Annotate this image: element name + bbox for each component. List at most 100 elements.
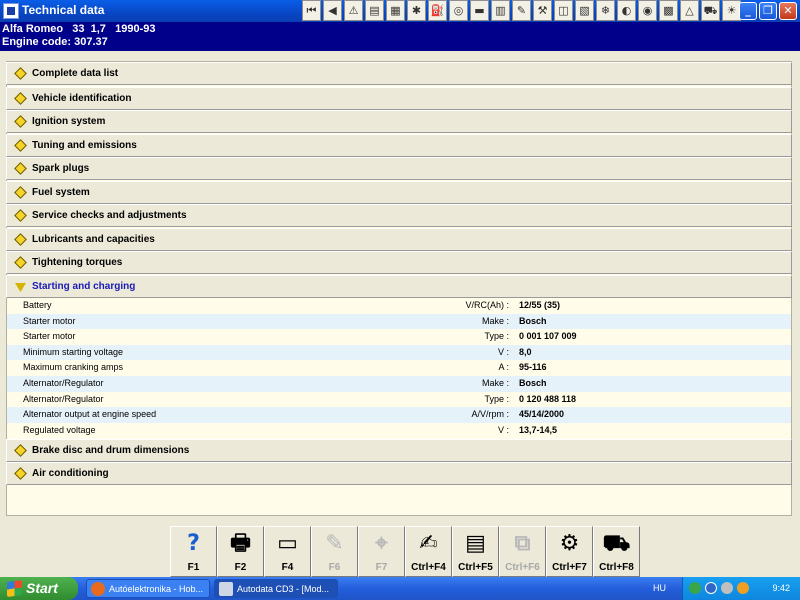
network-icon[interactable]	[689, 582, 701, 594]
collapsed-arrow-icon	[14, 209, 27, 222]
toolbar: ⏮ ◀ ⚠ ▤ ▦ ✱ ⛽ ◎ ▬ ▥ ✎ ⚒ ◫ ▧ ❄ ◐ ◉ ▩ △ ⛟ ☀	[302, 0, 743, 22]
starting-charging-table: Battery V/RC(Ah) : 12/55 (35) Starter motor…	[7, 298, 791, 438]
car-icon[interactable]: ⛟	[701, 0, 720, 21]
notes-icon[interactable]: ▤	[365, 0, 384, 21]
row-name: Maximum cranking amps	[23, 362, 124, 373]
engine-icon[interactable]: ▦	[386, 0, 405, 21]
table-row: Regulated voltage V : 13,7-14,5	[7, 423, 791, 439]
ac-icon[interactable]: ❄	[596, 0, 615, 21]
fkey-label: F7	[375, 562, 388, 573]
restore-button[interactable]: ❐	[759, 2, 777, 20]
section-starting-and-charging[interactable]: Starting and charging	[6, 275, 792, 298]
row-value: 45/14/2000	[519, 409, 565, 420]
row-name: Battery	[23, 300, 52, 310]
fkey-f1[interactable]: ? F1	[170, 526, 217, 577]
warning-icon[interactable]: ⚠	[344, 0, 363, 21]
spark-icon[interactable]: ✱	[407, 0, 426, 21]
section-complete-data-list[interactable]: Complete data list	[6, 62, 792, 85]
brake-icon[interactable]: ◉	[638, 0, 657, 21]
fkey-label: F4	[281, 562, 294, 573]
book-icon: ▤	[465, 531, 486, 556]
language-indicator[interactable]: HU	[653, 583, 666, 593]
volume-icon[interactable]	[721, 582, 733, 594]
fkey-ctrl-f8[interactable]: ⛟ Ctrl+F8	[593, 526, 640, 577]
firefox-icon	[91, 582, 105, 596]
row-unit: V :	[497, 346, 509, 357]
help-icon: ?	[187, 531, 200, 556]
row-unit: V/RC(Ah) :	[465, 300, 509, 310]
table-row: Alternator/Regulator Make : Bosch	[7, 375, 791, 392]
section-tightening-torques[interactable]: Tightening torques	[6, 251, 792, 274]
table-row: Starter motor Make : Bosch	[7, 313, 791, 330]
table-row: Alternator output at engine speed A/V/rpm…	[7, 407, 791, 423]
collapsed-arrow-icon	[14, 186, 27, 199]
expanded-arrow-icon	[15, 283, 26, 292]
app-icon[interactable]	[3, 3, 19, 19]
section-air-conditioning[interactable]: Air conditioning	[6, 462, 792, 485]
row-value: Bosch	[519, 315, 547, 326]
row-name: Regulated voltage	[23, 424, 96, 435]
section-brake-disc-and-drum-dimensions[interactable]: Brake disc and drum dimensions	[6, 439, 792, 462]
battery-icon[interactable]: ▬	[470, 0, 489, 21]
fkey-ctrl-f4[interactable]: ✍ Ctrl+F4	[405, 526, 452, 577]
row-unit: Type :	[484, 331, 509, 342]
window-controls: _ ❐ ✕	[737, 2, 797, 20]
taskbar-item-firefox[interactable]: Autóelektronika - Hob...	[86, 579, 210, 598]
close-button[interactable]: ✕	[779, 2, 797, 20]
tools-icon[interactable]: ✎	[512, 0, 531, 21]
section-label: Vehicle identification	[32, 93, 132, 104]
section-spark-plugs[interactable]: Spark plugs	[6, 157, 792, 180]
row-name: Alternator/Regulator	[23, 377, 104, 388]
section-tuning-and-emissions[interactable]: Tuning and emissions	[6, 134, 792, 157]
fkey-f6: ✎ F6	[311, 526, 358, 577]
row-unit: Make :	[481, 315, 509, 326]
vehicle-header: Alfa Romeo 33 1,7 1990-93 Engine code: 3…	[0, 22, 800, 51]
collapsed-arrow-icon	[14, 444, 27, 457]
section-vehicle-identification[interactable]: Vehicle identification	[6, 87, 792, 110]
wheel-icon[interactable]: ◎	[449, 0, 468, 21]
lift-icon: ⛟	[602, 531, 631, 556]
skype-icon[interactable]	[705, 582, 717, 594]
section-service-checks-and-adjustments[interactable]: Service checks and adjustments	[6, 204, 792, 227]
section-fuel-system[interactable]: Fuel system	[6, 181, 792, 204]
collapsed-arrow-icon	[14, 162, 27, 175]
first-icon[interactable]: ⏮	[302, 0, 321, 21]
fkey-ctrl-f5[interactable]: ▤ Ctrl+F5	[452, 526, 499, 577]
fkey-label: Ctrl+F7	[552, 562, 587, 573]
clock: 9:42	[772, 583, 790, 593]
fkey-label: Ctrl+F6	[505, 562, 540, 573]
filter-icon[interactable]: ◫	[554, 0, 573, 21]
wheel-gauge-icon: ⚙	[559, 531, 580, 556]
section-label: Ignition system	[32, 116, 106, 127]
fkey-label: F6	[328, 562, 341, 573]
belt-icon[interactable]: ◐	[617, 0, 636, 21]
title-bar: Technical data ⏮ ◀ ⚠ ▤ ▦ ✱ ⛽ ◎ ▬ ▥ ✎ ⚒ ◫ ▧ ❄ ◐ ◉ ▩ △ ⛟ ☀ _ ❐…	[0, 0, 800, 22]
fkey-f2[interactable]: 🖶 F2	[217, 526, 264, 577]
oil-icon[interactable]: ▧	[575, 0, 594, 21]
update-icon[interactable]	[737, 582, 749, 594]
fkey-f4[interactable]: ▭ F4	[264, 526, 311, 577]
notepad-icon: ✍	[419, 531, 438, 556]
row-value: 12/55 (35)	[519, 300, 561, 310]
row-unit: Type :	[484, 393, 509, 404]
start-button[interactable]: Start	[0, 577, 78, 600]
window-title: Technical data	[22, 3, 105, 17]
section-ignition-system[interactable]: Ignition system	[6, 110, 792, 133]
section-label: Air conditioning	[32, 468, 109, 479]
minimize-button[interactable]: _	[739, 2, 757, 20]
row-name: Alternator output at engine speed	[23, 409, 157, 420]
taskbar-item-autodata[interactable]: Autodata CD3 - [Mod...	[214, 579, 338, 598]
wrench-icon[interactable]: ⚒	[533, 0, 552, 21]
autodata-icon	[219, 582, 233, 596]
diagnostic-icon[interactable]: ▥	[491, 0, 510, 21]
row-name: Starter motor	[23, 331, 76, 342]
lift-icon[interactable]: ▩	[659, 0, 678, 21]
fkey-label: F1	[187, 562, 200, 573]
section-label: Spark plugs	[32, 163, 90, 174]
section-lubricants-and-capacities[interactable]: Lubricants and capacities	[6, 228, 792, 251]
prev-icon[interactable]: ◀	[323, 0, 342, 21]
fuel-icon[interactable]: ⛽	[428, 0, 447, 21]
fkey-f7: ⌖ F7	[358, 526, 405, 577]
fkey-ctrl-f7[interactable]: ⚙ Ctrl+F7	[546, 526, 593, 577]
alert-icon[interactable]: △	[680, 0, 699, 21]
